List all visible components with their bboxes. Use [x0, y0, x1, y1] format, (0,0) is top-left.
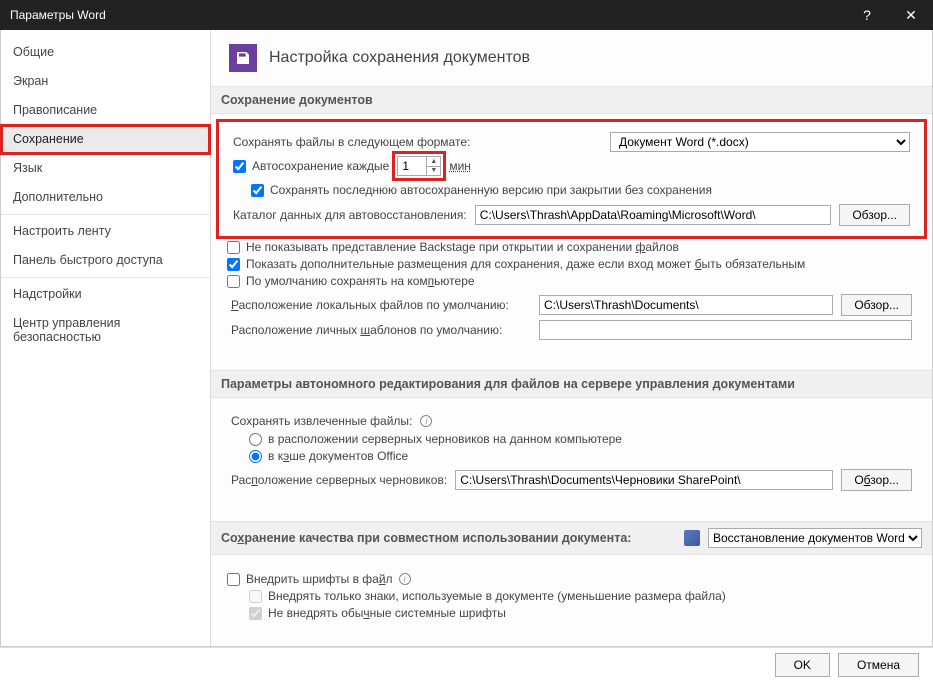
sidebar-item-addins[interactable]: Надстройки	[1, 280, 210, 309]
default-pc-checkbox[interactable]	[227, 275, 240, 288]
embed-only-used-checkbox	[249, 590, 262, 603]
titlebar: Параметры Word ? ✕	[0, 0, 933, 30]
catalog-browse-button[interactable]: Обзор...	[839, 204, 910, 226]
sidebar-item-advanced[interactable]: Дополнительно	[1, 183, 210, 212]
default-pc-label: По умолчанию сохранять на компьютере	[246, 274, 475, 288]
drafts-server-radio[interactable]	[249, 433, 262, 446]
window-controls: ? ✕	[845, 0, 933, 30]
show-addl-checkbox[interactable]	[227, 258, 240, 271]
embed-only-used-label: Внедрять только знаки, используемые в до…	[268, 589, 726, 603]
sidebar-item-display[interactable]: Экран	[1, 67, 210, 96]
catalog-input[interactable]	[475, 205, 832, 225]
close-icon[interactable]: ✕	[889, 0, 933, 30]
local-label: Расположение локальных файлов по умолчан…	[231, 298, 531, 312]
sidebar-item-language[interactable]: Язык	[1, 154, 210, 183]
sidebar-item-qat[interactable]: Панель быстрого доступа	[1, 246, 210, 275]
keep-files-label: Сохранять извлеченные файлы:	[231, 414, 412, 428]
info-icon[interactable]: i	[420, 415, 432, 427]
info-icon-2[interactable]: i	[399, 573, 411, 585]
drafts-cache-radio[interactable]	[249, 450, 262, 463]
sidebar-item-save[interactable]: Сохранение	[1, 125, 210, 154]
embed-fonts-label: Внедрить шрифты в файл	[246, 572, 393, 586]
help-icon[interactable]: ?	[845, 0, 889, 30]
window-title: Параметры Word	[10, 8, 106, 22]
drafts-server-label: в расположении серверных черновиков на д…	[268, 432, 622, 446]
sidebar-item-trust[interactable]: Центр управления безопасностью	[1, 309, 210, 352]
no-system-fonts-checkbox	[249, 607, 262, 620]
autosave-label: Автосохранение каждые	[252, 159, 389, 173]
content-pane: Настройка сохранения документов Сохранен…	[211, 30, 932, 646]
section-save-docs: Сохранение документов	[211, 86, 932, 114]
sidebar-item-ribbon[interactable]: Настроить ленту	[1, 217, 210, 246]
document-icon	[684, 530, 700, 546]
catalog-label: Каталог данных для автовосстановления:	[233, 208, 467, 222]
cancel-button[interactable]: Отмена	[838, 653, 919, 677]
autosave-spinner[interactable]: ▲▼	[397, 156, 441, 176]
drafts-browse-button[interactable]: Обзор...	[841, 469, 912, 491]
no-backstage-label: Не показывать представление Backstage пр…	[246, 240, 679, 254]
format-select[interactable]: Документ Word (*.docx)	[610, 132, 910, 152]
sidebar-item-general[interactable]: Общие	[1, 38, 210, 67]
keep-last-label: Сохранять последнюю автосохраненную верс…	[270, 183, 712, 197]
embed-fonts-checkbox[interactable]	[227, 573, 240, 586]
autosave-unit: мин	[449, 159, 471, 173]
spinner-down-icon[interactable]: ▼	[426, 167, 440, 176]
section-offline: Параметры автономного редактирования для…	[211, 370, 932, 398]
sidebar: Общие Экран Правописание Сохранение Язык…	[1, 30, 211, 646]
save-icon	[229, 44, 257, 72]
autosave-checkbox[interactable]	[233, 160, 246, 173]
keep-last-checkbox[interactable]	[251, 184, 264, 197]
drafts-cache-label: в кэше документов Office	[268, 449, 408, 463]
drafts-loc-input[interactable]	[455, 470, 833, 490]
page-title: Настройка сохранения документов	[269, 49, 530, 67]
no-backstage-checkbox[interactable]	[227, 241, 240, 254]
local-input[interactable]	[539, 295, 833, 315]
quality-doc-select[interactable]: Восстановление документов Word	[708, 528, 922, 548]
format-label: Сохранять файлы в следующем формате:	[233, 135, 470, 149]
ok-button[interactable]: OK	[775, 653, 830, 677]
footer: OK Отмена	[0, 647, 933, 681]
tmpl-label: Расположение личных шаблонов по умолчани…	[231, 323, 531, 337]
drafts-loc-label: Расположение серверных черновиков:	[231, 473, 447, 487]
tmpl-input[interactable]	[539, 320, 912, 340]
section-quality: Сохранение качества при совместном испол…	[211, 521, 932, 555]
local-browse-button[interactable]: Обзор...	[841, 294, 912, 316]
show-addl-label: Показать дополнительные размещения для с…	[246, 257, 805, 271]
no-system-fonts-label: Не внедрять обычные системные шрифты	[268, 606, 506, 620]
spinner-up-icon[interactable]: ▲	[426, 157, 440, 167]
sidebar-item-proofing[interactable]: Правописание	[1, 96, 210, 125]
